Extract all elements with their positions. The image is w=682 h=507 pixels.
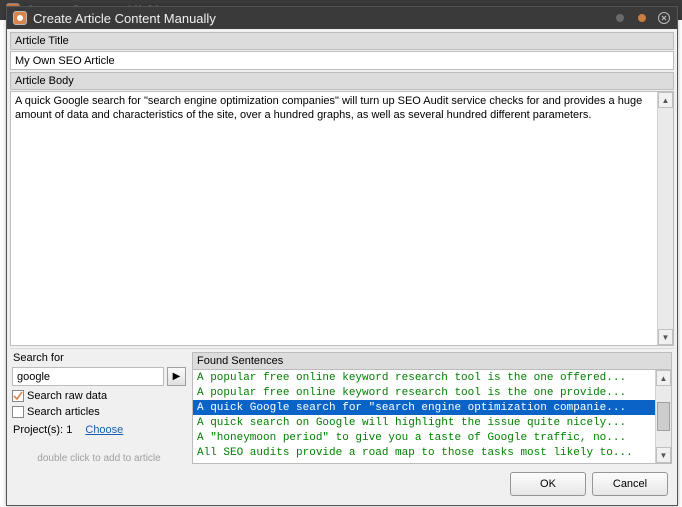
checkbox-icon [12,406,24,418]
choose-projects-link[interactable]: Choose [85,424,123,436]
lower-pane: Search for ▶ Search raw data Search arti… [10,348,674,466]
found-sentences-listwrap: A popular free online keyword research t… [192,370,672,464]
scroll-down-icon[interactable]: ▼ [656,447,671,463]
found-sentences-list[interactable]: A popular free online keyword research t… [193,370,655,463]
list-item[interactable]: All SEO audits provide a road map to tho… [193,445,655,460]
titlebar[interactable]: Create Article Content Manually [7,7,677,29]
list-item[interactable]: A popular free online keyword research t… [193,385,655,400]
projects-count: 1 [66,424,72,436]
list-item[interactable]: A popular free online keyword research t… [193,370,655,385]
body-scrollbar[interactable]: ▲ ▼ [657,92,673,345]
found-sentences-scrollbar[interactable]: ▲ ▼ [655,370,671,463]
button-row: OK Cancel [10,466,674,502]
article-body-textarea[interactable] [11,92,657,345]
article-title-input[interactable] [10,51,674,70]
play-icon: ▶ [173,371,181,382]
list-item[interactable]: A quick search on Google will highlight … [193,415,655,430]
search-for-label: Search for [12,352,186,364]
list-item[interactable]: A quick Google search for "search engine… [193,400,655,415]
projects-label: Project(s): [13,424,63,436]
article-body-wrap: ▲ ▼ [10,91,674,346]
maximize-button[interactable] [635,11,649,25]
found-sentences-label: Found Sentences [192,352,672,370]
projects-row: Project(s): 1 Choose [12,424,186,436]
list-item[interactable]: A "honeymoon period" to give you a taste… [193,430,655,445]
search-panel: Search for ▶ Search raw data Search arti… [12,352,186,464]
article-title-label: Article Title [10,32,674,50]
scroll-up-icon[interactable]: ▲ [656,370,671,386]
upper-pane: Article Title Article Body ▲ ▼ [10,32,674,348]
search-raw-data-checkbox[interactable]: Search raw data [12,390,186,402]
search-go-button[interactable]: ▶ [167,367,186,386]
article-body-label: Article Body [10,72,674,90]
scroll-down-icon[interactable]: ▼ [658,329,673,345]
dialog-title: Create Article Content Manually [33,11,605,26]
search-articles-checkbox[interactable]: Search articles [12,406,186,418]
dialog-content: Article Title Article Body ▲ ▼ Search fo… [7,29,677,505]
hint-text: double click to add to article [12,453,186,464]
dialog-window: Create Article Content Manually Article … [6,6,678,506]
checkbox-icon [12,390,24,402]
search-input[interactable] [12,367,164,386]
ok-button[interactable]: OK [510,472,586,496]
search-articles-label: Search articles [27,406,100,418]
search-raw-data-label: Search raw data [27,390,107,402]
found-sentences-panel: Found Sentences A popular free online ke… [192,352,672,464]
scroll-up-icon[interactable]: ▲ [658,92,673,108]
scroll-thumb[interactable] [657,402,670,431]
dialog-icon [13,11,27,25]
close-button[interactable] [657,11,671,25]
cancel-button[interactable]: Cancel [592,472,668,496]
minimize-button[interactable] [613,11,627,25]
